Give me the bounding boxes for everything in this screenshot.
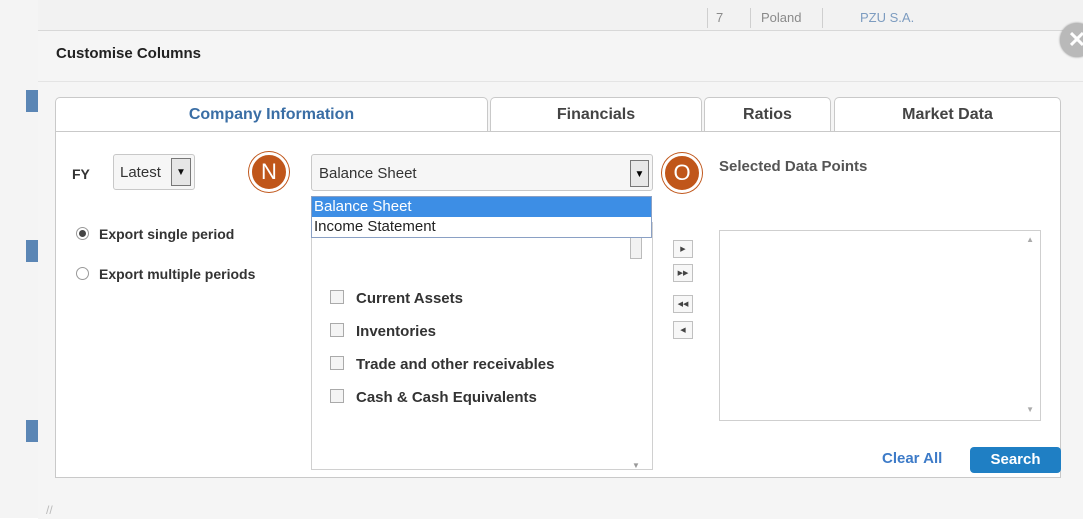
background-row-number: 7 xyxy=(716,10,724,25)
list-item-cash-equivalents[interactable]: Cash & Cash Equivalents xyxy=(330,389,537,406)
statement-select-value: Balance Sheet xyxy=(319,165,417,182)
add-all-button[interactable]: ▶▶ xyxy=(673,264,693,282)
background-marker xyxy=(26,90,38,112)
background-marker xyxy=(26,420,38,442)
statement-dropdown-menu: Balance Sheet Income Statement xyxy=(311,196,652,238)
fy-select-value: Latest xyxy=(120,164,161,181)
fy-select[interactable]: Latest ▼ xyxy=(113,154,195,190)
tab-market-data[interactable]: Market Data xyxy=(834,97,1061,131)
background-marker xyxy=(26,240,38,262)
chevron-down-icon[interactable]: ▼ xyxy=(171,158,191,186)
customise-columns-dialog: Customise Columns ✕ Company Information … xyxy=(38,23,1083,519)
fy-label: FY xyxy=(72,166,90,182)
list-item-trade-receivables[interactable]: Trade and other receivables xyxy=(330,356,554,373)
scroll-down-arrow-icon[interactable]: ▼ xyxy=(632,461,640,470)
selected-data-points-title: Selected Data Points xyxy=(719,158,868,175)
checkbox[interactable] xyxy=(330,323,344,338)
close-icon[interactable]: ✕ xyxy=(1060,23,1083,57)
clear-all-link[interactable]: Clear All xyxy=(882,450,942,467)
radio-button-selected[interactable] xyxy=(76,226,89,240)
background-page-strip xyxy=(0,0,1083,30)
background-divider xyxy=(707,8,708,28)
background-divider xyxy=(750,8,751,28)
search-button[interactable]: Search xyxy=(970,447,1061,473)
list-item-current-assets[interactable]: Current Assets xyxy=(330,290,463,307)
remove-all-button[interactable]: ◀◀ xyxy=(673,295,693,313)
tab-financials[interactable]: Financials xyxy=(490,97,702,131)
tab-panel: FY Latest ▼ Export single period Export … xyxy=(55,131,1061,478)
dialog-title: Customise Columns xyxy=(56,45,202,62)
add-selected-button[interactable]: ▶ xyxy=(673,240,693,258)
callout-badge-n: N xyxy=(249,152,289,192)
resize-grip-icon[interactable]: // xyxy=(46,503,53,517)
export-single-period-option[interactable]: Export single period xyxy=(76,226,234,242)
checkbox[interactable] xyxy=(330,389,344,404)
tab-ratios[interactable]: Ratios xyxy=(704,97,831,131)
chevron-down-icon[interactable]: ▼ xyxy=(630,160,649,187)
title-divider xyxy=(38,81,1083,82)
checkbox[interactable] xyxy=(330,290,344,305)
remove-selected-button[interactable]: ◀ xyxy=(673,321,693,339)
list-item-label: Inventories xyxy=(356,323,437,340)
background-country: Poland xyxy=(761,10,802,25)
radio-button[interactable] xyxy=(76,266,89,280)
selected-data-points-list[interactable]: ▲ ▼ xyxy=(719,230,1041,421)
scroll-down-arrow-icon[interactable]: ▼ xyxy=(1026,405,1034,414)
background-company-link[interactable]: PZU S.A. xyxy=(860,10,914,25)
data-points-list[interactable]: ▼ Current Assets Inventories Trade and o… xyxy=(311,222,653,470)
scroll-up-arrow-icon[interactable]: ▲ xyxy=(1026,235,1034,244)
dropdown-option-balance-sheet[interactable]: Balance Sheet xyxy=(312,197,651,217)
tab-company-information[interactable]: Company Information xyxy=(55,97,488,133)
background-divider xyxy=(822,8,823,28)
list-item-label: Current Assets xyxy=(356,290,463,307)
dropdown-option-income-statement[interactable]: Income Statement xyxy=(312,217,651,237)
background-left-column xyxy=(0,0,38,518)
statement-select[interactable]: Balance Sheet ▼ xyxy=(311,154,653,191)
export-single-period-label: Export single period xyxy=(99,226,235,242)
list-item-label: Cash & Cash Equivalents xyxy=(356,389,537,406)
export-multiple-periods-option[interactable]: Export multiple periods xyxy=(76,266,255,282)
callout-badge-o: O xyxy=(662,153,702,193)
checkbox[interactable] xyxy=(330,356,344,371)
export-multiple-periods-label: Export multiple periods xyxy=(99,266,256,282)
list-item-inventories[interactable]: Inventories xyxy=(330,323,436,340)
list-item-label: Trade and other receivables xyxy=(356,356,555,373)
